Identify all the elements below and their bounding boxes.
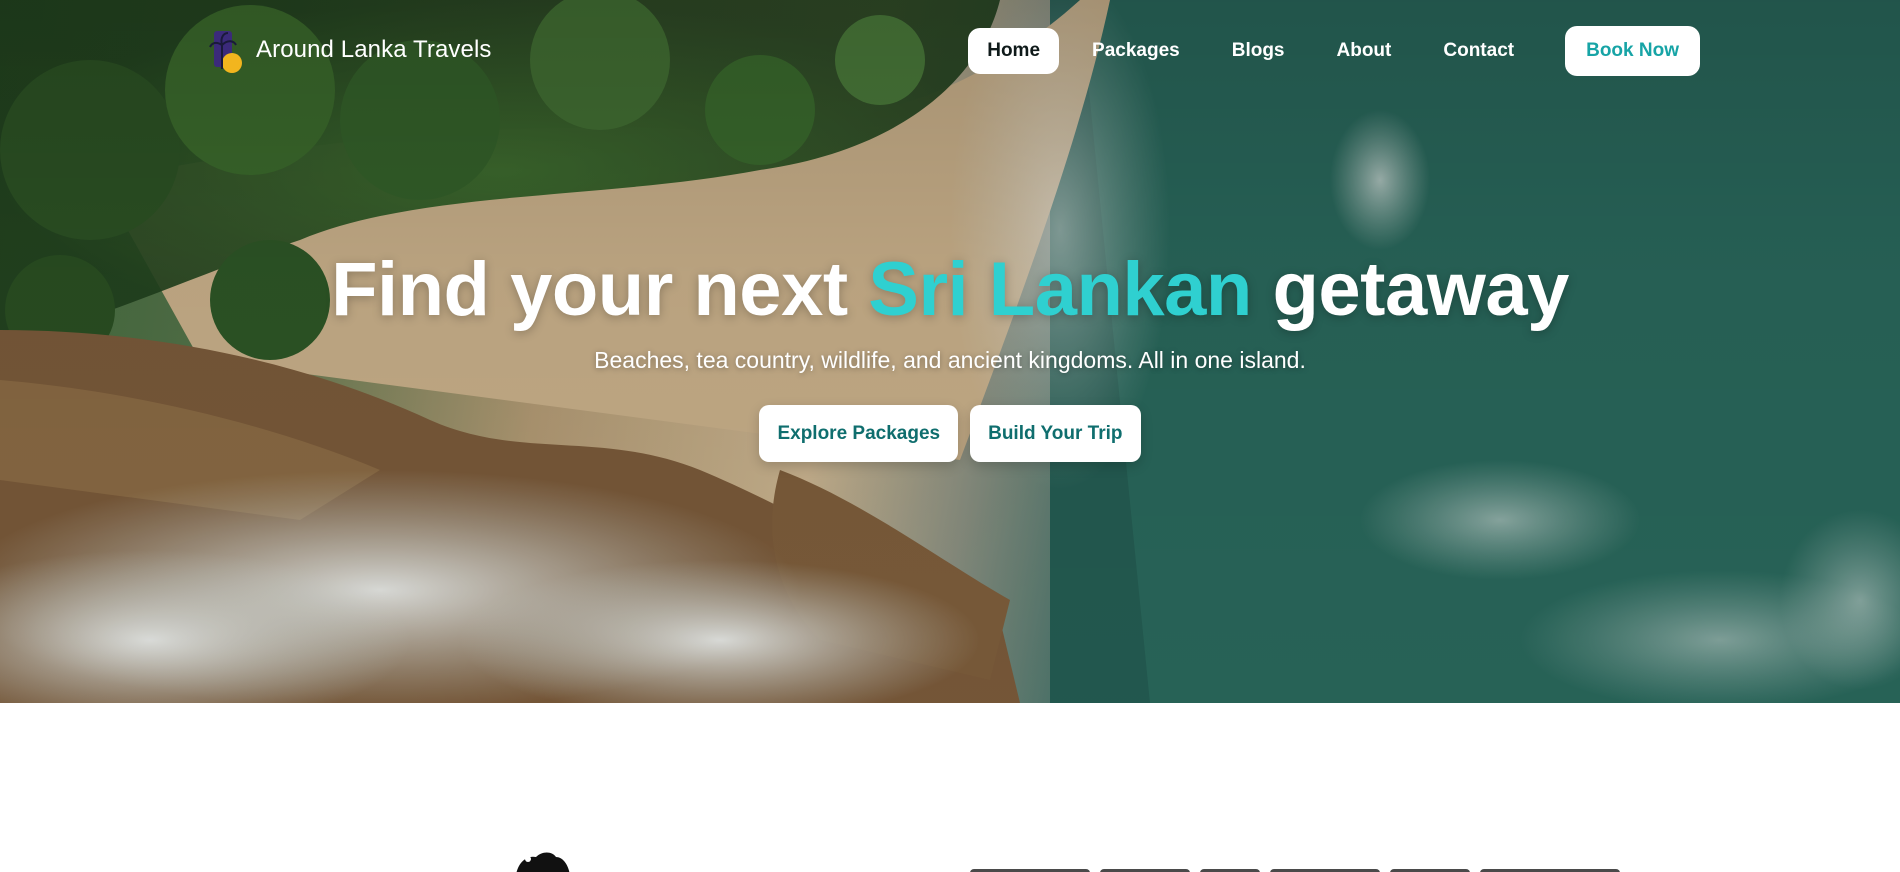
headline-tail: getaway bbox=[1272, 247, 1569, 332]
book-now-button[interactable]: Book Now bbox=[1565, 26, 1700, 76]
brand[interactable]: Around Lanka Travels bbox=[208, 22, 491, 78]
brand-name: Around Lanka Travels bbox=[256, 36, 492, 63]
hero-section: Around Lanka Travels Home Packages Blogs… bbox=[0, 0, 1900, 703]
top-nav: Around Lanka Travels Home Packages Blogs… bbox=[0, 0, 1900, 100]
nav-item-home[interactable]: Home bbox=[968, 28, 1060, 74]
palm-sunset-logo bbox=[209, 31, 242, 73]
headline-lead: Find your next bbox=[331, 247, 848, 332]
nav-item-blogs[interactable]: Blogs bbox=[1213, 28, 1304, 74]
hero-subline: Beaches, tea country, wildlife, and anci… bbox=[594, 347, 1306, 373]
hero-headline: Find your next Sri Lankan getaway bbox=[0, 246, 1900, 333]
section-intro-text-cutoff bbox=[970, 863, 1690, 872]
headline-accent: Sri Lankan bbox=[868, 247, 1252, 332]
nav-item-about[interactable]: About bbox=[1318, 28, 1411, 74]
build-your-trip-button[interactable]: Build Your Trip bbox=[970, 405, 1141, 462]
wildlife-illustration-icon bbox=[516, 852, 570, 872]
hero-actions: Explore Packages Build Your Trip bbox=[0, 405, 1900, 462]
explore-packages-button[interactable]: Explore Packages bbox=[759, 405, 959, 462]
nav-item-packages[interactable]: Packages bbox=[1073, 28, 1199, 74]
nav-links: Home Packages Blogs About Contact Book N… bbox=[968, 26, 1700, 76]
nav-item-contact[interactable]: Contact bbox=[1424, 28, 1533, 74]
next-section bbox=[0, 703, 1900, 872]
